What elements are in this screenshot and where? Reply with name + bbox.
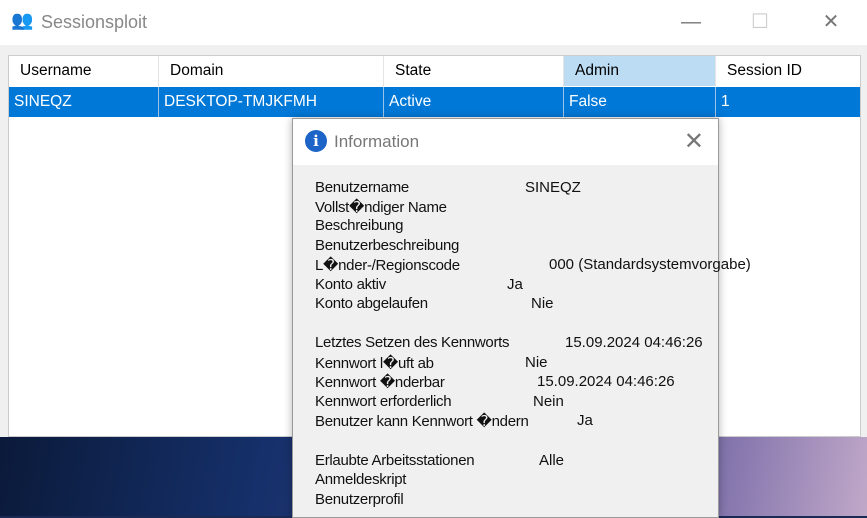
info-value: 000 (Standardsystemvorgabe) xyxy=(549,256,751,273)
title-bar: 👥 Sessionsploit — ☐ ✕ xyxy=(0,0,867,45)
info-label: Kennwort �nderbar xyxy=(315,374,445,391)
info-label: Benutzerprofil xyxy=(315,491,404,508)
info-label: Erlaubte Arbeitsstationen xyxy=(315,452,475,469)
info-label: Kennwort l�uft ab xyxy=(315,355,434,372)
info-label: Benutzer kann Kennwort �ndern xyxy=(315,413,529,430)
info-label: Konto aktiv xyxy=(315,276,386,293)
column-header-admin[interactable]: Admin xyxy=(564,56,716,86)
info-label: Anmeldeskript xyxy=(315,471,407,488)
cell-session-id: 1 xyxy=(721,93,730,110)
dialog-title: Information xyxy=(334,132,420,151)
info-value: Ja xyxy=(507,276,523,293)
maximize-button[interactable]: ☐ xyxy=(737,8,783,36)
info-label: L�nder-/Regionscode xyxy=(315,257,460,274)
cell-state: Active xyxy=(384,87,564,117)
dialog-title-bar: i Information ✕ xyxy=(293,119,718,165)
info-label: Benutzername xyxy=(315,179,409,196)
app-icon: 👥 xyxy=(11,10,34,30)
info-label: Beschreibung xyxy=(315,217,404,234)
info-value: Nein xyxy=(533,393,564,410)
cell-admin: False xyxy=(564,87,716,117)
column-headers: Username Domain State Admin Session ID xyxy=(9,56,860,86)
info-label: Kennwort erforderlich xyxy=(315,393,452,410)
info-value: Nie xyxy=(531,295,554,312)
info-value: Nie xyxy=(525,354,548,371)
info-value: 15.09.2024 04:46:26 xyxy=(537,373,675,390)
dialog-close-button[interactable]: ✕ xyxy=(684,127,704,156)
info-label: Vollst�ndiger Name xyxy=(315,199,447,216)
info-value: Alle xyxy=(539,452,565,469)
column-header-session-id[interactable]: Session ID xyxy=(716,56,860,86)
column-header-domain[interactable]: Domain xyxy=(159,56,384,86)
info-value: Ja xyxy=(577,412,593,429)
minimize-button[interactable]: — xyxy=(668,8,714,36)
column-header-username[interactable]: Username xyxy=(9,56,159,86)
close-button[interactable]: ✕ xyxy=(808,8,854,36)
info-label: Letztes Setzen des Kennworts xyxy=(315,334,510,351)
table-row[interactable]: SINEQZ DESKTOP-TMJKFMH Active False 1 xyxy=(9,87,860,117)
cell-username: SINEQZ xyxy=(9,87,159,117)
info-icon: i xyxy=(305,130,327,152)
information-dialog: i Information ✕ Benutzername SINEQZ Vollst… xyxy=(292,118,751,518)
info-label: Benutzerbeschreibung xyxy=(315,237,460,254)
window-title: Sessionsploit xyxy=(41,12,148,32)
info-value: 15.09.2024 04:46:26 xyxy=(565,334,703,351)
column-header-state[interactable]: State xyxy=(384,56,564,86)
info-label: Konto abgelaufen xyxy=(315,295,428,312)
cell-domain: DESKTOP-TMJKFMH xyxy=(159,87,384,117)
info-value: SINEQZ xyxy=(525,179,581,196)
